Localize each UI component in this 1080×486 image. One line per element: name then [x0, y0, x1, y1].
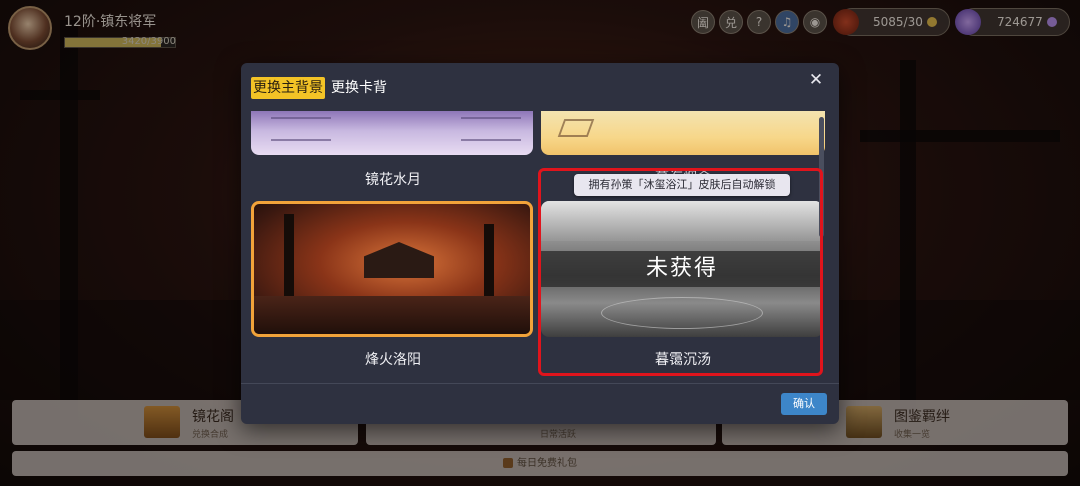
close-icon[interactable]: ✕ — [805, 69, 827, 91]
footer-divider — [241, 383, 839, 384]
background-thumb-muhaiyanjin[interactable] — [541, 111, 825, 155]
tab-card-back[interactable]: 更换卡背 — [329, 77, 389, 99]
confirm-button[interactable]: 确认 — [781, 393, 827, 415]
tab-main-background[interactable]: 更换主背景 — [251, 77, 325, 99]
background-thumb-fenghuoluoyang[interactable] — [251, 201, 533, 337]
locked-item-highlight — [538, 168, 823, 376]
unlock-tooltip: 拥有孙策「沐玺浴江」皮肤后自动解锁 — [574, 174, 790, 196]
background-thumb-jinghuashuiyue[interactable] — [251, 111, 533, 155]
caption-jinghuashuiyue: 镜花水月 — [365, 172, 421, 188]
caption-fenghuoluoyang: 烽火洛阳 — [365, 352, 421, 368]
